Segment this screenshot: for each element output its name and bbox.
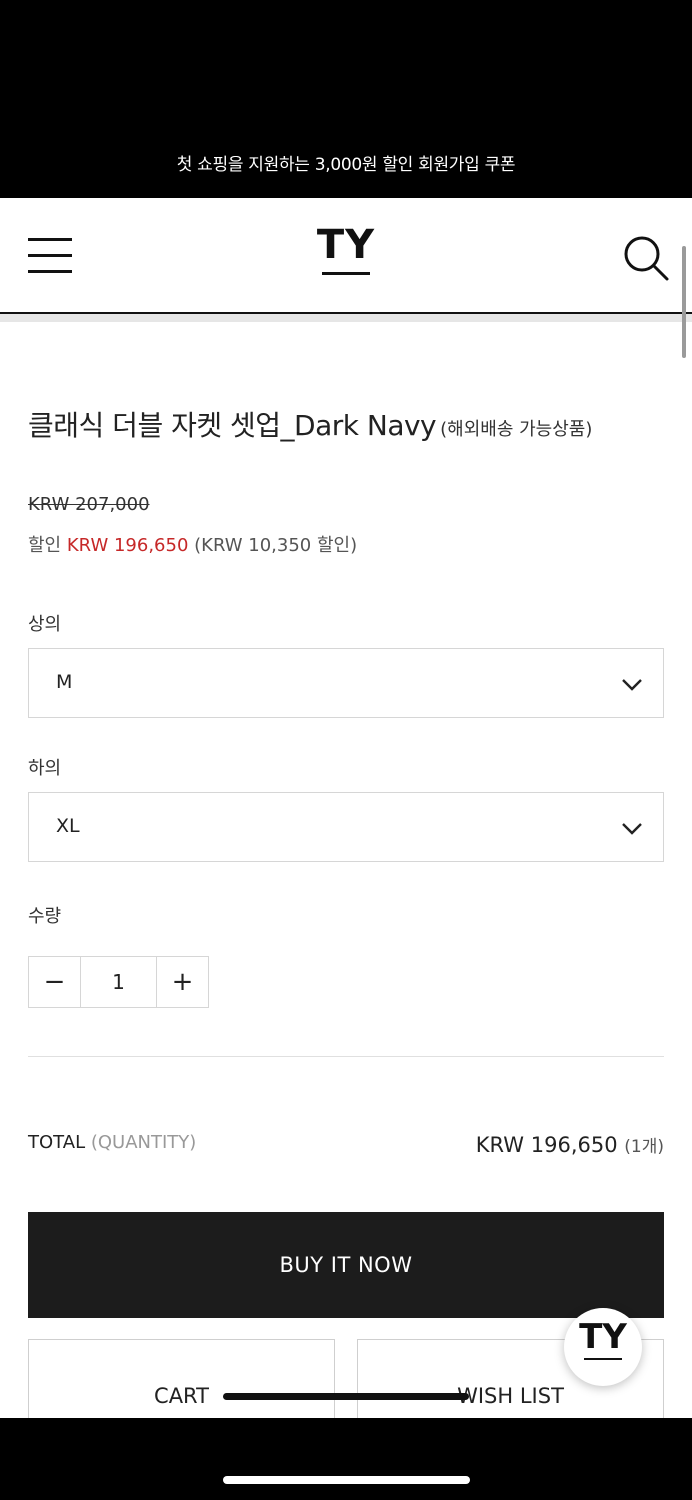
- sale-price: KRW 196,650: [66, 535, 189, 556]
- promo-text: 첫 쇼핑을 지원하는 3,000원 할인 회원가입 쿠폰: [176, 155, 516, 175]
- header-shadow: [0, 314, 692, 322]
- product-title-row: 클래식 더블 자켓 셋업_Dark Navy (해외배송 가능상품): [28, 404, 592, 444]
- quantity-label: 수량: [28, 906, 62, 927]
- buy-now-button[interactable]: BUY IT NOW: [28, 1212, 664, 1318]
- chevron-down-icon: [621, 817, 643, 839]
- discount-row: 할인 KRW 196,650 (KRW 10,350 할인): [28, 531, 357, 557]
- total-price: KRW 196,650 (1개): [476, 1132, 664, 1157]
- section-divider: [28, 1056, 664, 1057]
- home-indicator[interactable]: [223, 1476, 470, 1484]
- hamburger-icon[interactable]: [28, 238, 72, 274]
- logo-text: TY: [316, 222, 376, 268]
- discount-amount: (KRW 10,350 할인): [194, 535, 358, 556]
- discount-prefix: 할인: [28, 535, 62, 556]
- bottom-size-value: XL: [56, 815, 80, 837]
- quantity-stepper: − 1 +: [28, 956, 209, 1008]
- promo-banner[interactable]: 첫 쇼핑을 지원하는 3,000원 할인 회원가입 쿠폰: [0, 0, 692, 198]
- fab-logo-text: TY: [579, 1317, 627, 1357]
- search-icon[interactable]: [622, 234, 670, 282]
- bottom-size-select[interactable]: XL: [28, 792, 664, 862]
- top-size-select[interactable]: M: [28, 648, 664, 718]
- fab-logo-underline: [584, 1358, 622, 1360]
- chevron-down-icon: [621, 673, 643, 695]
- total-label-sub: (QUANTITY): [90, 1132, 197, 1153]
- logo-underline: [322, 272, 370, 275]
- scroll-handle-bar: [223, 1393, 469, 1400]
- page-viewport: TY 클래식 더블 자켓 셋업_Dark Navy (해외배송 가능상품) KRW…: [0, 198, 692, 1418]
- top-size-value: M: [56, 671, 73, 693]
- quantity-decrease-button[interactable]: −: [29, 957, 80, 1007]
- original-price: KRW 207,000: [28, 494, 150, 515]
- scrollbar[interactable]: [682, 246, 686, 358]
- shipping-note: (해외배송 가능상품): [440, 419, 593, 440]
- cart-button[interactable]: CART: [28, 1339, 335, 1418]
- quantity-input[interactable]: 1: [80, 957, 157, 1007]
- total-count: (1개): [624, 1137, 664, 1157]
- total-label: TOTAL (QUANTITY): [28, 1132, 196, 1153]
- bottom-size-label: 하의: [28, 758, 62, 779]
- top-size-label: 상의: [28, 614, 62, 635]
- total-label-text: TOTAL: [28, 1132, 86, 1153]
- site-header: TY: [0, 198, 692, 322]
- total-price-value: KRW 196,650: [475, 1133, 618, 1157]
- product-title: 클래식 더블 자켓 셋업_Dark Navy: [28, 409, 437, 442]
- floating-logo-button[interactable]: TY: [564, 1308, 642, 1386]
- quantity-increase-button[interactable]: +: [157, 957, 208, 1007]
- site-logo[interactable]: TY: [296, 222, 396, 275]
